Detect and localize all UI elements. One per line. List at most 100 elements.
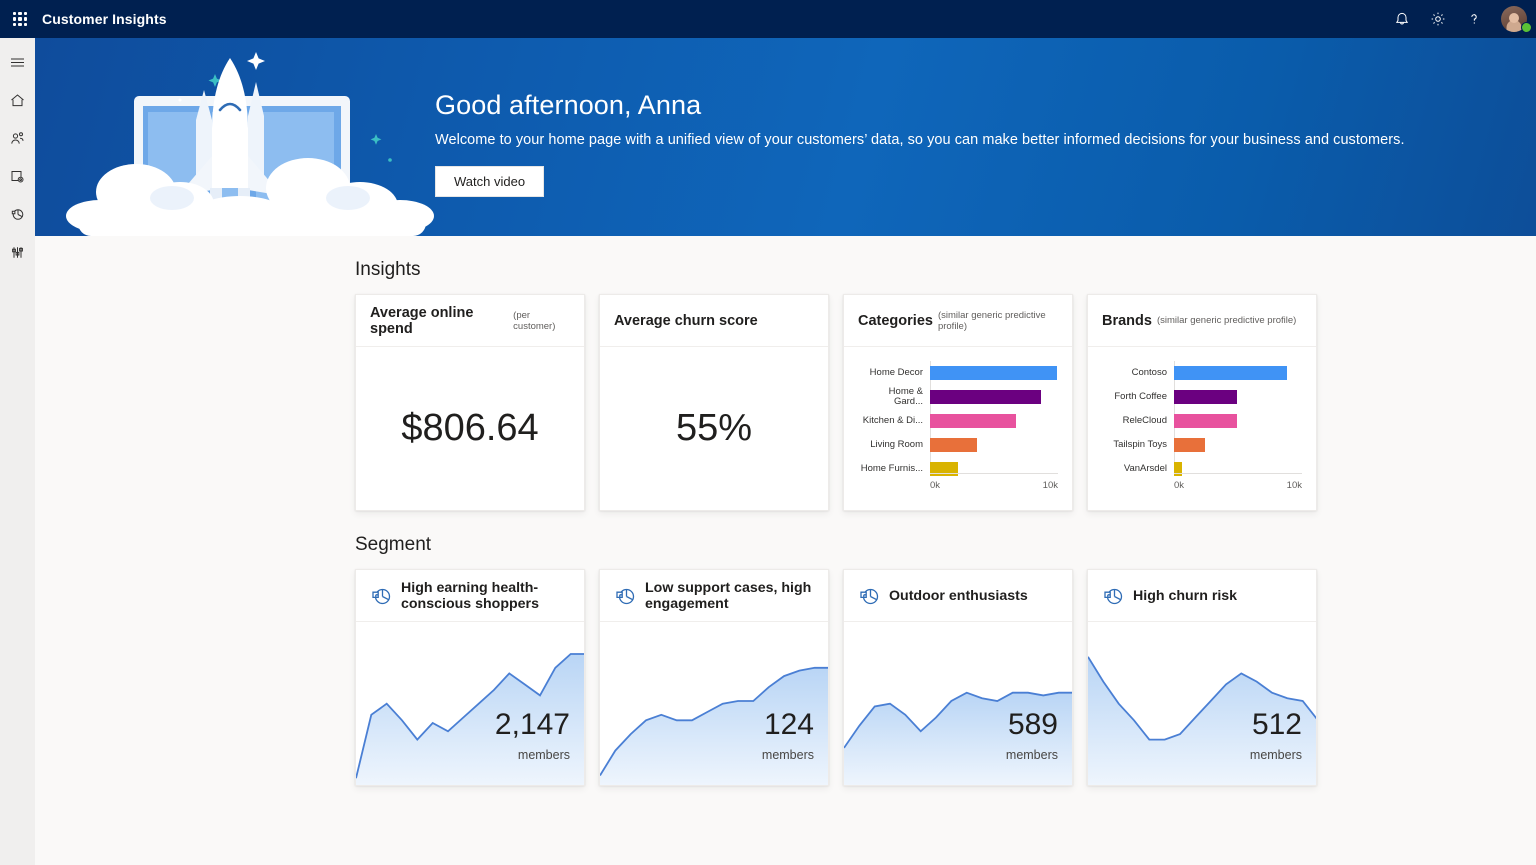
bar-category-label: Home Furnis...	[858, 464, 930, 475]
x-axis-ticks: 0k 10k	[1174, 480, 1302, 491]
bar[interactable]	[1174, 366, 1287, 380]
bar[interactable]	[1174, 414, 1237, 428]
segment-members-label: members	[1250, 748, 1302, 762]
bar-chart-categories: Home Decor Home & Gard...Kitchen & Di...L…	[844, 347, 1072, 510]
card-header: Average online spend (per customer)	[356, 295, 584, 347]
bar-track	[930, 385, 1058, 409]
rocket-launch-illustration	[60, 38, 440, 236]
segment-title: High churn risk	[1133, 588, 1237, 604]
bar-category-label: Home Decor	[858, 368, 930, 379]
card-header: Low support cases, high engagement	[600, 570, 828, 622]
bar-track	[930, 409, 1058, 433]
segment-card[interactable]: High churn risk 512 members	[1087, 569, 1317, 786]
sidebar-item-customers[interactable]	[0, 122, 35, 154]
chart-card-brands[interactable]: Brands (similar generic predictive profi…	[1087, 294, 1317, 511]
segment-body: 512 members	[1088, 622, 1316, 785]
notification-bell-icon[interactable]	[1384, 0, 1420, 38]
segment-member-count: 589	[1008, 709, 1058, 741]
bar-category-label: Contoso	[1102, 368, 1174, 379]
card-title: Categories	[858, 313, 933, 329]
bar-row: Kitchen & Di...	[858, 409, 1058, 433]
card-header: Categories (similar generic predictive p…	[844, 295, 1072, 347]
bar[interactable]	[930, 438, 977, 452]
segment-section-title: Segment	[355, 534, 1536, 556]
insights-card-row: Average online spend (per customer) $806…	[355, 294, 1536, 511]
kpi-body: $806.64	[356, 347, 584, 510]
card-title: Average online spend	[370, 305, 508, 337]
hamburger-menu-icon[interactable]	[0, 46, 35, 78]
bar-category-label: Tailspin Toys	[1102, 440, 1174, 451]
bar-row: Home Decor	[858, 361, 1058, 385]
segment-pie-icon	[1102, 585, 1124, 607]
hero-greeting: Good afternoon, Anna	[435, 90, 1495, 121]
bar[interactable]	[1174, 390, 1237, 404]
card-header: Average churn score	[600, 295, 828, 347]
bar-row: VanArsdel	[1102, 457, 1302, 481]
bar[interactable]	[930, 366, 1057, 380]
presence-available-badge	[1521, 22, 1532, 33]
segment-title: Outdoor enthusiasts	[889, 588, 1028, 604]
bar-track	[930, 361, 1058, 385]
sidebar-item-measures[interactable]	[0, 236, 35, 268]
kpi-card-average-online-spend[interactable]: Average online spend (per customer) $806…	[355, 294, 585, 511]
bar-track	[930, 433, 1058, 457]
left-navigation-rail	[0, 38, 35, 865]
x-axis-line	[1174, 473, 1302, 474]
sidebar-item-data[interactable]	[0, 160, 35, 192]
segment-member-count: 124	[764, 709, 814, 741]
bar-category-label: VanArsdel	[1102, 464, 1174, 475]
sidebar-item-home[interactable]	[0, 84, 35, 116]
kpi-value: 55%	[676, 407, 752, 450]
hero-subtitle: Welcome to your home page with a unified…	[435, 132, 1495, 148]
x-axis-ticks: 0k10k	[930, 480, 1058, 491]
hero-banner: Good afternoon, Anna Welcome to your hom…	[35, 38, 1536, 236]
segment-card-row: High earning health-conscious shoppers 2…	[355, 569, 1536, 786]
segment-pie-icon	[858, 585, 880, 607]
bar-row: Contoso	[1102, 361, 1302, 385]
bar-track	[1174, 433, 1302, 457]
axis-tick-label: 10k	[1043, 480, 1058, 491]
app-title: Customer Insights	[42, 11, 167, 27]
avatar[interactable]	[1492, 0, 1536, 38]
card-subnote: (similar generic predictive profile)	[938, 310, 1058, 332]
segment-members-label: members	[1006, 748, 1058, 762]
bar-row: Living Room	[858, 433, 1058, 457]
segment-member-count: 2,147	[495, 709, 570, 741]
bar-row: ReleCloud	[1102, 409, 1302, 433]
bar[interactable]	[930, 414, 1016, 428]
top-navigation-bar: Customer Insights	[0, 0, 1536, 38]
chart-card-categories[interactable]: Categories (similar generic predictive p…	[843, 294, 1073, 511]
gear-icon[interactable]	[1420, 0, 1456, 38]
kpi-card-average-churn-score[interactable]: Average churn score 55%	[599, 294, 829, 511]
axis-tick-label: 10k	[1287, 480, 1302, 491]
help-question-icon[interactable]	[1456, 0, 1492, 38]
card-subnote: (similar generic predictive profile)	[1157, 315, 1296, 326]
watch-video-button[interactable]: Watch video	[435, 166, 544, 197]
segment-card[interactable]: Outdoor enthusiasts 589 members	[843, 569, 1073, 786]
bar-row: Forth Coffee	[1102, 385, 1302, 409]
bar[interactable]	[1174, 438, 1205, 452]
kpi-body: 55%	[600, 347, 828, 510]
customer-insights-home-page: Customer Insights	[0, 0, 1536, 865]
bar-row: Home & Gard...	[858, 385, 1058, 409]
x-axis-line	[930, 473, 1058, 474]
bar[interactable]	[930, 390, 1041, 404]
segment-body: 2,147 members	[356, 622, 584, 785]
segment-title: High earning health-conscious shoppers	[401, 580, 570, 612]
segment-card[interactable]: Low support cases, high engagement 124 m…	[599, 569, 829, 786]
segment-members-label: members	[518, 748, 570, 762]
bar-track	[1174, 361, 1302, 385]
card-title: Average churn score	[614, 313, 758, 329]
sidebar-item-segments[interactable]	[0, 198, 35, 230]
axis-tick-label: 0k	[1174, 480, 1184, 491]
bar-rows: Home Decor Home & Gard...Kitchen & Di...L…	[858, 361, 1058, 481]
card-header: High earning health-conscious shoppers	[356, 570, 584, 622]
kpi-value: $806.64	[401, 407, 538, 450]
bar-category-label: ReleCloud	[1102, 416, 1174, 427]
segment-member-count: 512	[1252, 709, 1302, 741]
app-launcher-waffle-icon[interactable]	[0, 0, 40, 38]
card-subnote: (per customer)	[513, 310, 570, 332]
bar-row: Home Furnis...	[858, 457, 1058, 481]
segment-card[interactable]: High earning health-conscious shoppers 2…	[355, 569, 585, 786]
hero-text-block: Good afternoon, Anna Welcome to your hom…	[435, 90, 1495, 197]
